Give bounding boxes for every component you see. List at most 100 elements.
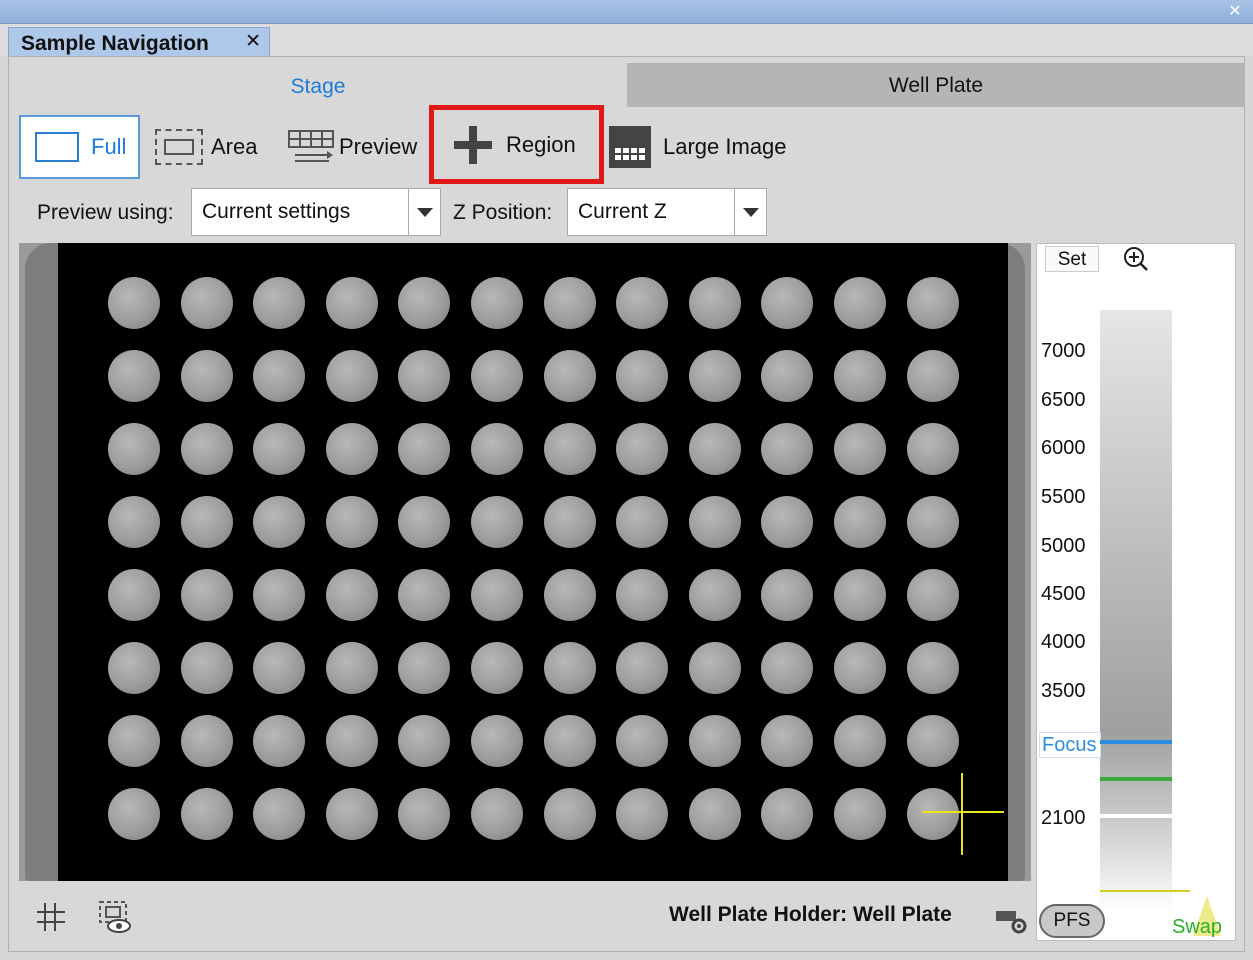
well-D5[interactable] [398, 496, 451, 548]
well-E6[interactable] [471, 569, 523, 621]
well-B1[interactable] [108, 350, 160, 402]
well-E4[interactable] [325, 569, 378, 621]
well-G11[interactable] [834, 715, 886, 767]
well-H7[interactable] [543, 788, 596, 840]
focus-label[interactable]: Focus [1039, 732, 1101, 758]
well-F8[interactable] [616, 642, 669, 694]
well-F11[interactable] [834, 642, 886, 694]
well-G2[interactable] [180, 715, 233, 767]
well-G12[interactable] [906, 715, 959, 767]
well-E8[interactable] [616, 569, 669, 621]
well-G1[interactable] [108, 715, 160, 767]
well-H9[interactable] [688, 788, 741, 840]
well-A6[interactable] [471, 277, 523, 329]
well-B11[interactable] [834, 350, 886, 402]
well-E9[interactable] [688, 569, 741, 621]
holder-settings-icon[interactable] [995, 907, 1029, 935]
well-E1[interactable] [108, 569, 160, 621]
well-D7[interactable] [543, 496, 596, 548]
well-H10[interactable] [761, 788, 814, 840]
well-F6[interactable] [471, 642, 523, 694]
well-D4[interactable] [325, 496, 378, 548]
well-A2[interactable] [180, 277, 233, 329]
large-image-button[interactable]: Large Image [609, 115, 787, 179]
well-F12[interactable] [906, 642, 959, 694]
well-B2[interactable] [180, 350, 233, 402]
well-D1[interactable] [108, 496, 160, 548]
well-B5[interactable] [398, 350, 451, 402]
well-G6[interactable] [471, 715, 523, 767]
well-B4[interactable] [325, 350, 378, 402]
well-E5[interactable] [398, 569, 451, 621]
well-C11[interactable] [834, 423, 886, 475]
well-B6[interactable] [471, 350, 523, 402]
well-H12[interactable] [906, 788, 959, 840]
well-G3[interactable] [253, 715, 306, 767]
well-C9[interactable] [688, 423, 741, 475]
preview-button[interactable]: Preview [287, 115, 417, 179]
well-B7[interactable] [543, 350, 596, 402]
well-B10[interactable] [761, 350, 814, 402]
well-F7[interactable] [543, 642, 596, 694]
segment-stage[interactable]: Stage [9, 63, 627, 107]
well-E7[interactable] [543, 569, 596, 621]
well-H5[interactable] [398, 788, 451, 840]
well-E2[interactable] [180, 569, 233, 621]
well-C6[interactable] [471, 423, 523, 475]
pfs-button[interactable]: PFS [1039, 904, 1105, 938]
well-A1[interactable] [108, 277, 160, 329]
well-B9[interactable] [688, 350, 741, 402]
well-A11[interactable] [834, 277, 886, 329]
view-area-icon[interactable] [97, 899, 133, 935]
well-F9[interactable] [688, 642, 741, 694]
well-D12[interactable] [906, 496, 959, 548]
well-H4[interactable] [325, 788, 378, 840]
set-button[interactable]: Set [1045, 246, 1099, 272]
swap-button[interactable]: Swap [1172, 916, 1234, 940]
well-A12[interactable] [906, 277, 959, 329]
tab-close-icon[interactable]: ✕ [245, 30, 261, 53]
well-A7[interactable] [543, 277, 596, 329]
zoom-in-icon[interactable] [1123, 246, 1149, 272]
z-range-bar[interactable] [1100, 310, 1172, 912]
well-D11[interactable] [834, 496, 886, 548]
well-E11[interactable] [834, 569, 886, 621]
well-A4[interactable] [325, 277, 378, 329]
full-button[interactable]: Full [19, 115, 140, 179]
well-A9[interactable] [688, 277, 741, 329]
well-F4[interactable] [325, 642, 378, 694]
well-A5[interactable] [398, 277, 451, 329]
well-G4[interactable] [325, 715, 378, 767]
well-F10[interactable] [761, 642, 814, 694]
chevron-down-icon[interactable] [734, 189, 766, 235]
well-E10[interactable] [761, 569, 814, 621]
preview-using-select[interactable]: Current settings [191, 188, 441, 236]
well-C5[interactable] [398, 423, 451, 475]
region-button[interactable]: Region [429, 105, 604, 184]
well-D8[interactable] [616, 496, 669, 548]
well-A10[interactable] [761, 277, 814, 329]
well-B3[interactable] [253, 350, 306, 402]
well-C2[interactable] [180, 423, 233, 475]
well-D6[interactable] [471, 496, 523, 548]
well-plate[interactable] [58, 243, 1008, 881]
well-D9[interactable] [688, 496, 741, 548]
well-H11[interactable] [834, 788, 886, 840]
well-C4[interactable] [325, 423, 378, 475]
well-B8[interactable] [616, 350, 669, 402]
well-C10[interactable] [761, 423, 814, 475]
well-C8[interactable] [616, 423, 669, 475]
well-H2[interactable] [180, 788, 233, 840]
window-close-icon[interactable]: ✕ [1227, 4, 1243, 20]
well-B12[interactable] [906, 350, 959, 402]
well-E3[interactable] [253, 569, 306, 621]
well-G10[interactable] [761, 715, 814, 767]
well-C12[interactable] [906, 423, 959, 475]
well-H6[interactable] [471, 788, 523, 840]
well-D3[interactable] [253, 496, 306, 548]
well-F5[interactable] [398, 642, 451, 694]
well-C1[interactable] [108, 423, 160, 475]
well-F2[interactable] [180, 642, 233, 694]
well-A8[interactable] [616, 277, 669, 329]
well-G5[interactable] [398, 715, 451, 767]
